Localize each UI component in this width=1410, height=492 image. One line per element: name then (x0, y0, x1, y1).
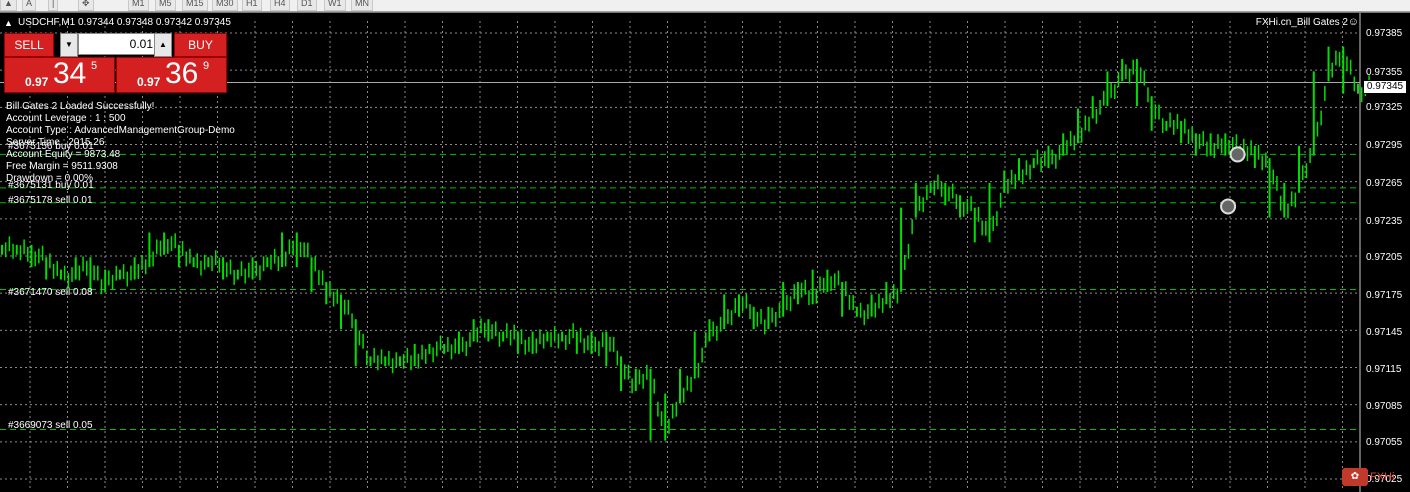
tf-d1-button[interactable]: D1 (297, 0, 317, 11)
one-click-trade-panel: SELL ▼ ▲ BUY 0.97 34 5 0.97 36 9 (4, 33, 227, 93)
lot-increase-icon[interactable]: ▲ (154, 33, 172, 57)
separator-icon: | (48, 0, 59, 11)
price-tick: 0.97235 (1366, 216, 1403, 227)
ask-big-digits: 36 (165, 57, 199, 90)
expert-advisor-name: FXHi.cn_Bill Gates 2 (1255, 17, 1348, 28)
tf-w1-button[interactable]: W1 (324, 0, 346, 11)
smiley-icon: ☺ (1347, 16, 1359, 28)
price-tick: 0.97355 (1366, 67, 1403, 78)
tf-h1-button[interactable]: H1 (242, 0, 262, 11)
trade-marker (1229, 146, 1246, 163)
fxhi-logo-text: FXHi (1370, 471, 1395, 483)
arrow-up-icon[interactable]: ▲ (0, 0, 17, 11)
order-label[interactable]: #3669073 sell 0.05 (8, 420, 93, 431)
trade-marker (1220, 198, 1237, 215)
info-line: Bill Gates 2 Loaded Successfully! (6, 101, 155, 112)
ask-pip-digit: 9 (203, 60, 210, 72)
price-tick: 0.97205 (1366, 252, 1403, 263)
order-label[interactable]: #3675131 buy 0.01 (8, 180, 94, 191)
info-line: Account Leverage : 1 : 500 (6, 113, 126, 124)
cursor-icon[interactable]: A (22, 0, 37, 11)
order-label[interactable]: #3671470 sell 0.08 (8, 287, 93, 298)
price-tick: 0.97175 (1366, 290, 1403, 301)
price-tick: 0.97295 (1366, 140, 1403, 151)
price-tick: 0.97385 (1366, 28, 1403, 39)
crosshair-icon[interactable]: ✥ (78, 0, 94, 11)
tf-m15-button[interactable]: M15 (182, 0, 208, 11)
info-line: Account Type : AdvancedManagementGroup-D… (6, 125, 235, 136)
bid-prefix: 0.97 (25, 75, 49, 89)
tf-h4-button[interactable]: H4 (270, 0, 290, 11)
tf-mn-button[interactable]: MN (351, 0, 373, 11)
lot-decrease-icon[interactable]: ▼ (60, 33, 78, 57)
price-tick: 0.97115 (1366, 364, 1402, 375)
lot-size-input[interactable] (78, 33, 158, 55)
tf-m30-button[interactable]: M30 (212, 0, 238, 11)
bid-quote[interactable]: 0.97 34 5 (4, 57, 115, 93)
info-line: Free Margin = 9511.9308 (6, 161, 118, 172)
ask-prefix: 0.97 (137, 75, 161, 89)
bid-big-digits: 34 (53, 57, 87, 90)
order-label[interactable]: #3675178 sell 0.01 (8, 195, 93, 206)
timeframe-toolbar: ▲ A | ✥ M1 M5 M15 M30 H1 H4 D1 W1 MN (0, 0, 1410, 12)
price-tick: 0.97265 (1366, 178, 1403, 189)
price-tick: 0.97085 (1366, 401, 1403, 412)
chart-title: USDCHF,M1 0.97344 0.97348 0.97342 0.9734… (18, 17, 231, 28)
bid-pip-digit: 5 (91, 60, 98, 72)
current-price-label: 0.97345 (1363, 80, 1407, 94)
tf-m5-button[interactable]: M5 (155, 0, 176, 11)
price-chart[interactable]: ▲ USDCHF,M1 0.97344 0.97348 0.97342 0.97… (0, 12, 1410, 492)
fxhi-logo-icon: ✿ (1342, 468, 1368, 486)
order-label[interactable]: #3675156 buy 0.01 (8, 141, 94, 152)
chart-triangle-icon: ▲ (4, 18, 13, 28)
tf-m1-button[interactable]: M1 (128, 0, 149, 11)
ask-quote[interactable]: 0.97 36 9 (116, 57, 227, 93)
sell-button[interactable]: SELL (4, 33, 54, 57)
buy-button[interactable]: BUY (174, 33, 227, 57)
price-tick: 0.97145 (1366, 327, 1403, 338)
price-tick: 0.97325 (1366, 102, 1403, 113)
price-tick: 0.97055 (1366, 437, 1403, 448)
